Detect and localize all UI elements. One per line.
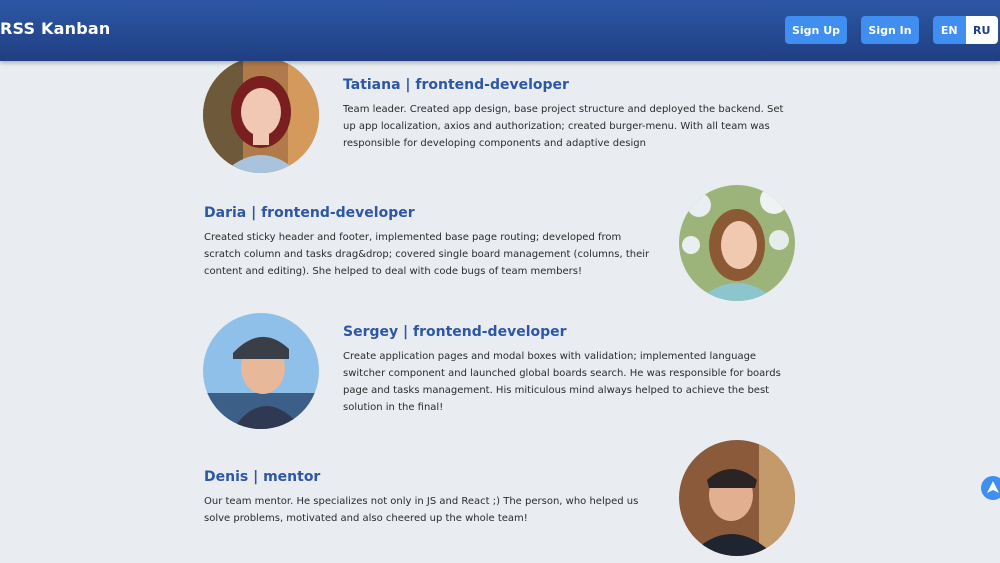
member-description: Created sticky header and footer, implem… [204,232,650,277]
member-name: Sergey | frontend-developer [343,324,567,340]
sign-up-button[interactable]: Sign Up [785,16,847,44]
avatar-tatiana [203,57,319,173]
member-description: Create application pages and modal boxes… [343,351,781,413]
avatar-sergey [203,313,319,429]
language-switcher: EN RU [933,16,998,44]
avatar-denis [679,440,795,556]
member-name: Tatiana | frontend-developer [343,77,569,93]
sign-in-button[interactable]: Sign In [861,16,919,44]
lang-en-button[interactable]: EN [933,16,966,44]
member-name: Denis | mentor [204,469,321,485]
lang-ru-button[interactable]: RU [965,16,998,44]
member-description: Our team mentor. He specializes not only… [204,496,639,524]
scroll-to-top-button[interactable] [981,476,1000,500]
avatar-daria [679,185,795,301]
member-description: Team leader. Created app design, base pr… [343,104,784,149]
app-logo[interactable]: RSS Kanban [0,19,110,38]
member-name: Daria | frontend-developer [204,205,415,221]
arrow-up-icon [987,481,999,493]
header: RSS Kanban Sign Up Sign In EN RU [0,0,1000,61]
